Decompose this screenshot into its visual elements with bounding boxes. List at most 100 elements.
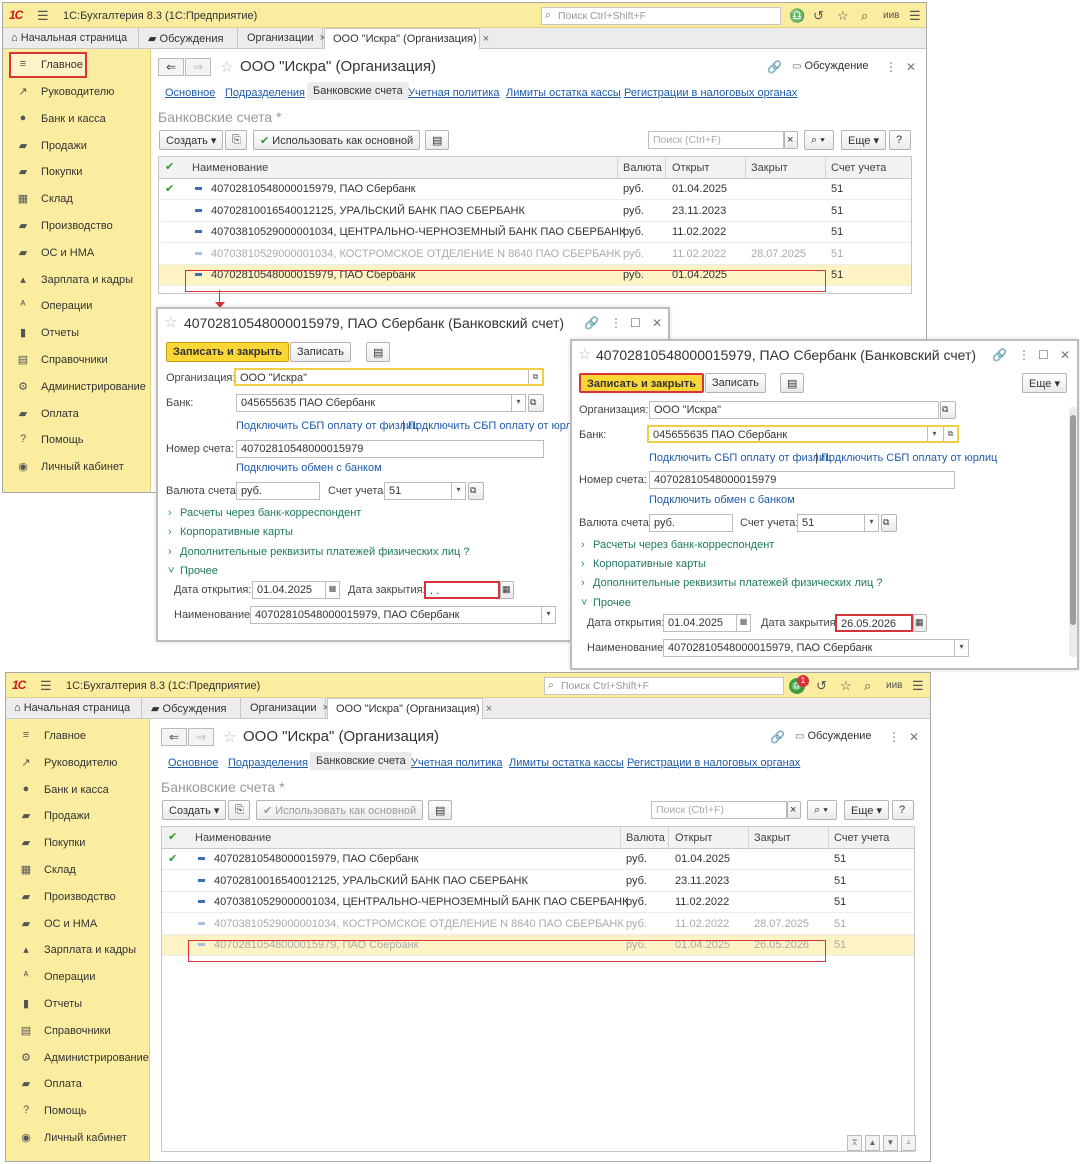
- sbp-legal-link[interactable]: Подключить СБП оплату от юрлиц: [408, 420, 584, 432]
- close-icon[interactable]: ✕: [652, 316, 662, 330]
- col-account[interactable]: Счет учета: [831, 162, 886, 174]
- close-date-field[interactable]: 26.05.2026: [835, 614, 913, 632]
- open-date-field[interactable]: 01.04.2025 ▦: [663, 614, 751, 632]
- chevron-down-icon[interactable]: ▾: [954, 640, 968, 656]
- sidebar-item-manager[interactable]: ↗ Руководителю: [3, 79, 151, 105]
- bell-icon[interactable]: ♎: [789, 8, 805, 24]
- table-row[interactable]: 40703810529000001034, КОСТРОМСКОЕ ОТДЕЛЕ…: [162, 914, 914, 935]
- more-vert-icon[interactable]: ⋮: [610, 316, 622, 330]
- last-page-button[interactable]: ⩡: [901, 1135, 916, 1151]
- group-correspondent[interactable]: › Расчеты через банк-корреспондент: [581, 539, 774, 551]
- global-search-input[interactable]: ⌕ Поиск Ctrl+Shift+F: [541, 7, 781, 25]
- chevron-down-icon[interactable]: ▾: [511, 395, 525, 411]
- tab-organization-iskra[interactable]: ООО "Искра" (Организация) ×: [327, 698, 492, 719]
- clear-search-button[interactable]: ×: [787, 801, 801, 819]
- save-button[interactable]: Записать: [290, 342, 352, 362]
- star-icon[interactable]: ☆: [578, 345, 591, 363]
- search-button[interactable]: ⌕ ▾: [807, 800, 837, 820]
- col-closed[interactable]: Закрыт: [754, 832, 791, 844]
- sidebar-item-bank[interactable]: ● Банк и касса: [3, 106, 151, 132]
- sidebar-item-admin[interactable]: ⚙ Администрирование: [3, 374, 151, 400]
- list-search-input[interactable]: Поиск (Ctrl+F): [651, 801, 787, 819]
- link-main[interactable]: Основное: [168, 757, 218, 769]
- open-ledger-button[interactable]: ⧉: [881, 514, 897, 532]
- list-settings-button[interactable]: ▤: [425, 130, 449, 150]
- table-row[interactable]: 40703810529000001034, ЦЕНТРАЛЬНО-ЧЕРНОЗЕ…: [162, 892, 914, 913]
- account-number-field[interactable]: 40702810548000015979: [236, 440, 544, 458]
- link-cash-limits[interactable]: Лимиты остатка кассы: [506, 87, 621, 99]
- sidebar-item-payment[interactable]: ▰ Оплата: [3, 401, 151, 427]
- sidebar-item-reports[interactable]: ▮ Отчеты: [6, 991, 150, 1017]
- table-row[interactable]: 40703810529000001034, КОСТРОМСКОЕ ОТДЕЛЕ…: [159, 244, 911, 265]
- sidebar-item-catalogs[interactable]: ▤ Справочники: [3, 347, 151, 373]
- sidebar-item-assets[interactable]: ▰ ОС и НМА: [6, 911, 150, 937]
- favorites-icon[interactable]: ☆: [837, 8, 849, 24]
- close-icon[interactable]: ✕: [909, 730, 919, 744]
- sidebar-item-salary[interactable]: ▴ Зарплата и кадры: [3, 267, 151, 293]
- group-other[interactable]: ˅ Прочее: [168, 565, 218, 577]
- link-icon[interactable]: 🔗: [992, 348, 1007, 362]
- open-bank-button[interactable]: ⧉: [528, 394, 544, 412]
- col-account[interactable]: Счет учета: [834, 832, 889, 844]
- create-button[interactable]: Создать ▾: [162, 800, 227, 820]
- tab-discussions[interactable]: ▰ Обсуждения: [140, 28, 238, 49]
- group-other[interactable]: ˅ Прочее: [581, 597, 631, 609]
- col-name[interactable]: Наименование: [195, 832, 271, 844]
- link-main[interactable]: Основное: [165, 87, 215, 99]
- close-icon[interactable]: ✕: [906, 60, 916, 74]
- org-field[interactable]: ООО "Искра": [649, 401, 939, 419]
- tab-organization-iskra[interactable]: ООО "Искра" (Организация) ×: [324, 28, 489, 49]
- settings-icon[interactable]: ☰: [909, 8, 921, 24]
- search-icon[interactable]: ⌕: [864, 678, 871, 694]
- settings-icon[interactable]: ☰: [912, 678, 924, 694]
- col-currency[interactable]: Валюта: [626, 832, 665, 844]
- search-icon[interactable]: ⌕: [861, 8, 868, 24]
- chevron-down-icon[interactable]: ▾: [927, 427, 941, 441]
- org-field[interactable]: ООО "Искра" ⧉: [234, 368, 544, 386]
- close-icon[interactable]: ×: [483, 33, 489, 45]
- link-icon[interactable]: 🔗: [584, 316, 599, 330]
- open-org-button[interactable]: ⧉: [940, 401, 956, 419]
- sidebar-item-purchases[interactable]: ▰ Покупки: [3, 159, 151, 185]
- link-bank-accounts[interactable]: Банковские счета: [310, 752, 412, 770]
- tab-discussions[interactable]: ▰ Обсуждения: [143, 698, 241, 719]
- name-field[interactable]: 40702810548000015979, ПАО Сбербанк ▾: [663, 639, 969, 657]
- table-row[interactable]: ✔ 40702810548000015979, ПАО Сбербанк руб. 0…: [162, 849, 914, 870]
- back-button[interactable]: ⇐: [158, 58, 184, 76]
- tab-organizations[interactable]: Организации ×: [242, 698, 329, 719]
- list-settings-button[interactable]: ▤: [428, 800, 452, 820]
- account-number-field[interactable]: 40702810548000015979: [649, 471, 955, 489]
- group-corporate-cards[interactable]: › Корпоративные карты: [581, 558, 706, 570]
- sidebar-item-assets[interactable]: ▰ ОС и НМА: [3, 240, 151, 266]
- link-tax-registrations[interactable]: Регистрации в налоговых органах: [624, 87, 797, 99]
- sidebar-item-production[interactable]: ▰ Производство: [3, 213, 151, 239]
- search-button[interactable]: ⌕ ▾: [804, 130, 834, 150]
- chevron-down-icon[interactable]: ▾: [864, 515, 878, 531]
- first-page-button[interactable]: ⩞: [847, 1135, 862, 1151]
- ledger-account-field[interactable]: 51 ▾: [797, 514, 879, 532]
- scrollbar[interactable]: [1069, 407, 1077, 657]
- sidebar-item-help[interactable]: ? Помощь: [6, 1098, 150, 1124]
- link-icon[interactable]: 🔗: [767, 60, 782, 74]
- sbp-legal-link[interactable]: Подключить СБП оплату от юрлиц: [821, 452, 997, 464]
- more-vert-icon[interactable]: ⋮: [888, 730, 900, 744]
- help-button[interactable]: ?: [889, 130, 911, 150]
- more-button[interactable]: Еще ▾: [1022, 373, 1067, 393]
- ledger-account-field[interactable]: 51 ▾: [384, 482, 466, 500]
- user-name[interactable]: иив: [883, 10, 899, 21]
- sidebar-item-main[interactable]: ≡ Главное: [6, 723, 150, 749]
- print-button[interactable]: ▤: [780, 373, 804, 393]
- global-search-input[interactable]: ⌕ Поиск Ctrl+Shift+F: [544, 677, 784, 695]
- link-tax-registrations[interactable]: Регистрации в налоговых органах: [627, 757, 800, 769]
- save-and-close-button[interactable]: Записать и закрыть: [166, 342, 290, 362]
- col-name[interactable]: Наименование: [192, 162, 268, 174]
- back-button[interactable]: ⇐: [161, 728, 187, 746]
- close-icon[interactable]: ×: [486, 703, 492, 715]
- link-divisions[interactable]: Подразделения: [228, 757, 308, 769]
- help-button[interactable]: ?: [892, 800, 914, 820]
- history-icon[interactable]: ↺: [813, 8, 824, 24]
- bank-exchange-link[interactable]: Подключить обмен с банком: [236, 462, 382, 474]
- sidebar-item-production[interactable]: ▰ Производство: [6, 884, 150, 910]
- tab-organizations[interactable]: Организации ×: [239, 28, 326, 49]
- link-accounting-policy[interactable]: Учетная политика: [408, 87, 499, 99]
